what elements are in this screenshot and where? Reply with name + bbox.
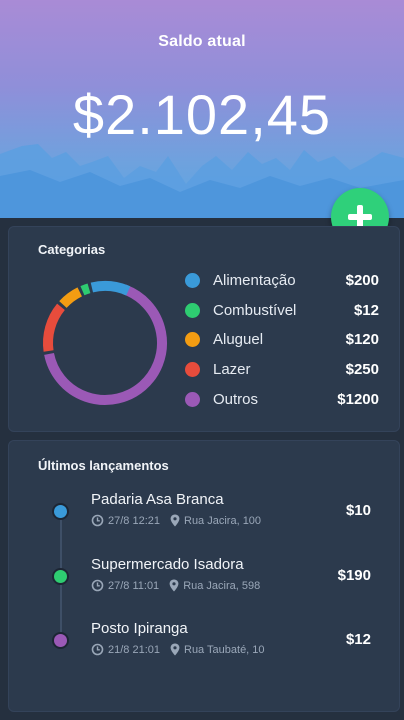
category-row[interactable]: Outros $1200 <box>185 388 379 410</box>
clock-icon <box>91 514 104 527</box>
entry-date: 21/8 21:01 <box>108 643 160 656</box>
categories-donut-chart <box>43 281 167 405</box>
category-value: $250 <box>345 360 379 378</box>
entry-place: Rua Jacira, 100 <box>184 514 262 527</box>
entry-name: Supermercado Isadora <box>91 556 244 573</box>
category-row[interactable]: Lazer $250 <box>185 358 379 380</box>
donut-slice-lazer <box>43 303 65 352</box>
category-color-dot <box>185 302 200 318</box>
recent-entries-title: Últimos lançamentos <box>38 458 169 473</box>
recent-entries-card: Últimos lançamentos Padaria Asa Branca 2… <box>8 440 400 712</box>
balance-amount: $2.102,45 <box>72 83 332 146</box>
balance-title: Saldo atual <box>158 33 246 50</box>
clock-icon <box>91 579 104 592</box>
category-name: Aluguel <box>213 330 264 348</box>
timeline-dot <box>52 568 69 585</box>
location-pin-icon <box>170 514 180 527</box>
entry-date: 27/8 12:21 <box>108 514 160 527</box>
timeline-dot <box>52 632 69 649</box>
donut-slice-alimentação <box>90 281 131 296</box>
category-value: $120 <box>345 330 379 348</box>
location-pin-icon <box>169 579 179 592</box>
clock-icon <box>91 643 104 656</box>
category-color-dot <box>185 391 200 407</box>
entry-date: 27/8 11:01 <box>108 579 160 592</box>
category-name: Lazer <box>213 360 251 378</box>
category-color-dot <box>185 331 200 347</box>
category-row[interactable]: Combustível $12 <box>185 299 379 321</box>
donut-slice-combustível <box>80 283 91 296</box>
balance-header: Saldo atual $2.102,45 <box>0 0 404 218</box>
entry-name: Padaria Asa Branca <box>91 491 224 508</box>
entry-name: Posto Ipiranga <box>91 620 188 637</box>
category-row[interactable]: Aluguel $120 <box>185 328 379 350</box>
category-value: $12 <box>353 301 379 319</box>
entry-amount: $10 <box>345 502 371 519</box>
category-name: Outros <box>213 390 259 408</box>
entry-meta: 21/8 21:01 Rua Taubaté, 10 <box>91 643 275 656</box>
location-pin-icon <box>170 643 180 656</box>
entry-place: Rua Taubaté, 10 <box>184 643 265 656</box>
donut-slice-aluguel <box>59 287 83 309</box>
entry-amount: $12 <box>345 631 371 648</box>
categories-title: Categorias <box>38 242 106 257</box>
category-value: $200 <box>345 271 379 289</box>
entry-meta: 27/8 11:01 Rua Jacira, 598 <box>91 579 270 592</box>
entry-amount: $190 <box>337 567 371 584</box>
category-name: Combustível <box>213 301 297 319</box>
entry-place: Rua Jacira, 598 <box>183 579 261 592</box>
entry-meta: 27/8 12:21 Rua Jacira, 100 <box>91 514 271 527</box>
category-value: $1200 <box>337 390 379 408</box>
category-name: Alimentação <box>213 271 296 289</box>
category-row[interactable]: Alimentação $200 <box>185 269 379 291</box>
timeline-dot <box>52 503 69 520</box>
categories-card: Categorias Alimentação $200 Combustível … <box>8 226 400 432</box>
category-color-dot <box>185 272 200 288</box>
category-color-dot <box>185 361 200 377</box>
